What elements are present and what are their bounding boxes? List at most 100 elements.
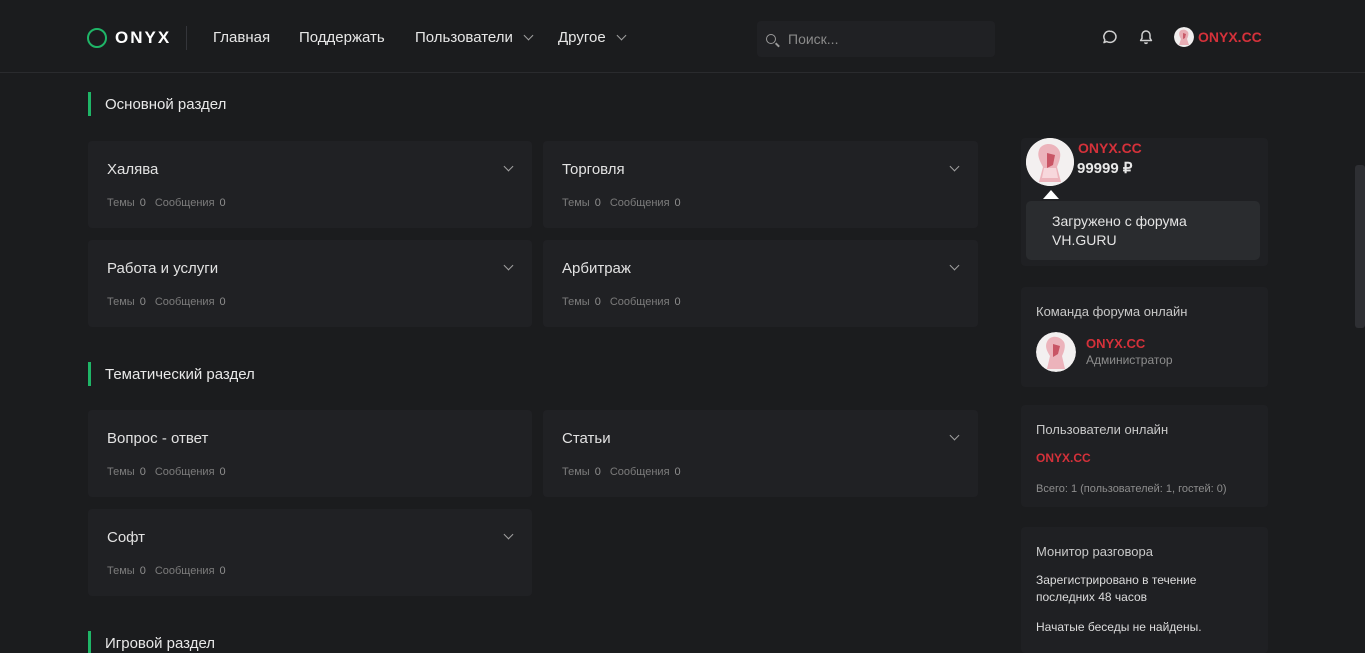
staff-role: Администратор [1086, 353, 1173, 367]
section-title-text: Основной раздел [105, 95, 227, 113]
section-title-text: Игровой раздел [105, 634, 216, 652]
chat-icon[interactable] [1102, 29, 1118, 45]
section-title-thematic: Тематический раздел [88, 362, 255, 386]
forum-card-software[interactable]: Софт Темы 0 Сообщения 0 [88, 509, 532, 596]
forum-stats: Темы 0 Сообщения 0 [562, 197, 685, 209]
widget-title: Команда форума онлайн [1036, 304, 1188, 319]
header: ONYX Главная Поддержать Пользователи Дру… [0, 0, 1365, 73]
forum-stats: Темы 0 Сообщения 0 [107, 296, 230, 308]
chevron-down-icon[interactable] [503, 161, 514, 172]
nav-other-label: Другое [558, 29, 606, 46]
header-username: ONYX.CC [1198, 29, 1262, 45]
forum-stats: Темы 0 Сообщения 0 [562, 296, 685, 308]
posts-label: Сообщения [609, 197, 670, 209]
scrollbar-thumb[interactable] [1355, 165, 1365, 328]
section-accent-bar [88, 631, 91, 653]
forum-stats: Темы 0 Сообщения 0 [107, 197, 230, 209]
topics-label: Темы [562, 466, 590, 478]
staff-online-widget: Команда форума онлайн ONYX.CC Администра… [1021, 287, 1268, 387]
posts-count: 0 [219, 466, 226, 478]
avatar [1174, 27, 1194, 47]
posts-count: 0 [219, 197, 226, 209]
profile-status-bubble: Загружено с форума VH.GURU [1026, 201, 1260, 260]
widget-title: Монитор разговора [1036, 544, 1153, 559]
posts-count: 0 [219, 296, 226, 308]
search-input[interactable] [788, 31, 978, 47]
posts-label: Сообщения [609, 466, 670, 478]
posts-label: Сообщения [609, 296, 670, 308]
profile-status: Загружено с форума VH.GURU [1052, 213, 1187, 248]
topics-label: Темы [107, 197, 135, 209]
topics-count: 0 [139, 197, 146, 209]
topics-count: 0 [139, 296, 146, 308]
topics-count: 0 [594, 197, 601, 209]
nav-users[interactable]: Пользователи [415, 29, 534, 46]
conversation-monitor-widget: Монитор разговора Зарегистрировано в теч… [1021, 527, 1268, 653]
section-title-games: Игровой раздел [88, 631, 215, 653]
posts-label: Сообщения [154, 466, 215, 478]
chevron-down-icon[interactable] [503, 260, 514, 271]
chevron-down-icon[interactable] [949, 430, 960, 441]
staff-avatar[interactable] [1036, 332, 1076, 372]
chevron-down-icon[interactable] [949, 260, 960, 271]
posts-count: 0 [674, 197, 681, 209]
topics-count: 0 [594, 296, 601, 308]
posts-label: Сообщения [154, 197, 215, 209]
search-box [757, 21, 995, 57]
nav-home-label: Главная [213, 29, 271, 46]
forum-stats: Темы 0 Сообщения 0 [562, 466, 685, 478]
forum-card-arbitrage[interactable]: Арбитраж Темы 0 Сообщения 0 [543, 240, 978, 327]
section-title-text: Тематический раздел [105, 365, 255, 383]
profile-balance: 99999 ₽ [1077, 160, 1133, 177]
users-online-widget: Пользователи онлайн ONYX.CC Всего: 1 (по… [1021, 405, 1268, 507]
posts-label: Сообщения [154, 565, 215, 577]
topics-label: Темы [107, 466, 135, 478]
posts-count: 0 [219, 565, 226, 577]
monitor-empty-text: Начатые беседы не найдены. [1036, 620, 1202, 634]
forum-title: Вопрос - ответ [107, 430, 209, 447]
online-username[interactable]: ONYX.CC [1036, 451, 1091, 465]
forum-title: Халява [107, 161, 159, 178]
forum-stats: Темы 0 Сообщения 0 [107, 466, 230, 478]
nav-users-label: Пользователи [415, 29, 513, 46]
forum-title: Статьи [562, 430, 611, 447]
profile-username[interactable]: ONYX.CC [1078, 140, 1142, 156]
forum-title: Работа и услуги [107, 260, 219, 277]
forum-card-freebies[interactable]: Халява Темы 0 Сообщения 0 [88, 141, 532, 228]
forum-title: Арбитраж [562, 260, 631, 277]
user-menu[interactable]: ONYX.CC [1174, 27, 1262, 47]
online-summary: Всего: 1 (пользователей: 1, гостей: 0) [1036, 483, 1227, 495]
topics-count: 0 [139, 565, 146, 577]
posts-count: 0 [674, 466, 681, 478]
section-accent-bar [88, 362, 91, 386]
logo[interactable]: ONYX [87, 28, 171, 48]
monitor-registered-text: Зарегистрировано в течение последних 48 … [1036, 573, 1197, 604]
forum-card-jobs[interactable]: Работа и услуги Темы 0 Сообщения 0 [88, 240, 532, 327]
logo-ring-icon [87, 28, 107, 48]
nav-support[interactable]: Поддержать [299, 29, 385, 46]
topics-label: Темы [107, 296, 135, 308]
chevron-down-icon [616, 30, 627, 41]
forum-title: Торговля [562, 161, 625, 178]
chevron-down-icon[interactable] [503, 529, 514, 540]
nav-home[interactable]: Главная [213, 29, 270, 46]
logo-text: ONYX [115, 28, 172, 47]
bubble-arrow [1043, 190, 1059, 199]
nav-other[interactable]: Другое [558, 29, 627, 46]
forum-stats: Темы 0 Сообщения 0 [107, 565, 230, 577]
bell-icon[interactable] [1138, 29, 1154, 45]
search-icon[interactable] [766, 34, 776, 44]
forum-card-qa[interactable]: Вопрос - ответ Темы 0 Сообщения 0 [88, 410, 532, 497]
widget-title: Пользователи онлайн [1036, 422, 1169, 437]
forum-card-articles[interactable]: Статьи Темы 0 Сообщения 0 [543, 410, 978, 497]
staff-username[interactable]: ONYX.CC [1086, 336, 1145, 351]
forum-card-trade[interactable]: Торговля Темы 0 Сообщения 0 [543, 141, 978, 228]
posts-label: Сообщения [154, 296, 215, 308]
divider [186, 26, 187, 50]
profile-avatar[interactable] [1026, 138, 1074, 186]
topics-label: Темы [562, 197, 590, 209]
forum-title: Софт [107, 529, 146, 546]
nav-support-label: Поддержать [299, 29, 385, 46]
section-title-main: Основной раздел [88, 92, 226, 116]
chevron-down-icon[interactable] [949, 161, 960, 172]
